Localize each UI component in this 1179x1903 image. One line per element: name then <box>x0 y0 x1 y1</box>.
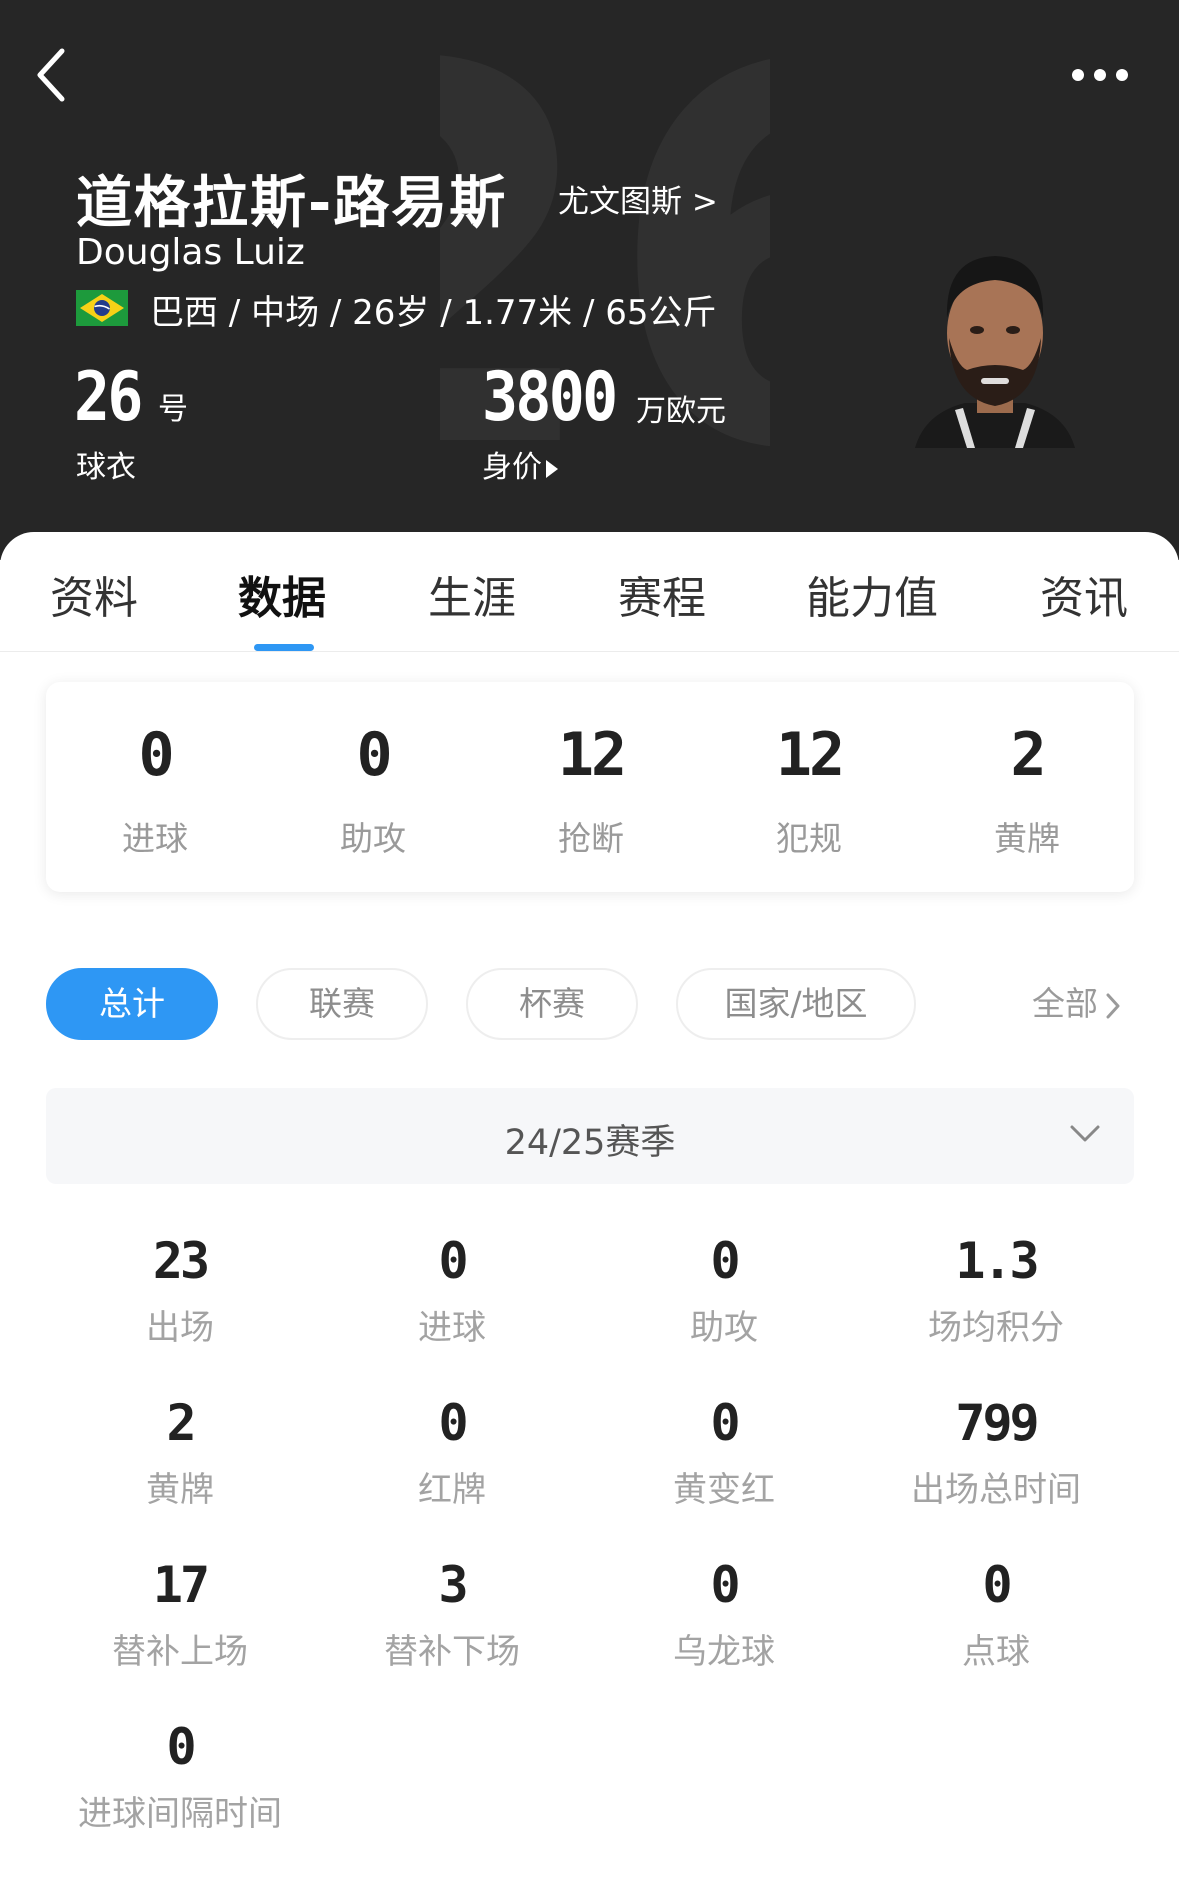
summary-value: 0 <box>138 720 174 790</box>
stat-item: 17 替补上场 <box>44 1556 316 1676</box>
summary-label: 进球 <box>122 819 188 858</box>
active-tab-indicator <box>254 644 314 651</box>
season-selector[interactable]: 24/25赛季 <box>46 1088 1134 1184</box>
stat-value: 17 <box>152 1556 210 1614</box>
summary-label: 黄牌 <box>994 819 1060 858</box>
stat-label: 红牌 <box>418 1470 486 1510</box>
chevron-left-icon <box>37 48 65 102</box>
club-link[interactable]: 尤文图斯 > <box>558 176 718 221</box>
stat-value: 799 <box>955 1394 1039 1452</box>
summary-value: 0 <box>356 720 392 790</box>
stat-value: 1.3 <box>955 1232 1039 1290</box>
summary-label: 犯规 <box>776 819 842 858</box>
filter-league[interactable]: 联赛 <box>256 968 428 1040</box>
tab-news[interactable]: 资讯 <box>1040 562 1128 626</box>
stat-label: 出场 <box>146 1308 214 1348</box>
tab-bar: 资料 数据 生涯 赛程 能力值 资讯 <box>0 532 1179 652</box>
chevron-down-icon <box>1070 1125 1100 1142</box>
stat-item: 23 出场 <box>44 1232 316 1352</box>
summary-value: 12 <box>775 720 845 790</box>
stat-value: 0 <box>710 1556 740 1614</box>
filter-total[interactable]: 总计 <box>46 968 218 1040</box>
stat-item: 0 乌龙球 <box>588 1556 860 1676</box>
stat-value: 0 <box>166 1718 196 1776</box>
stat-item: 1.3 场均积分 <box>860 1232 1132 1352</box>
summary-label: 抢断 <box>558 819 624 858</box>
player-name-cn: 道格拉斯-路易斯 <box>76 171 508 236</box>
stat-label: 助攻 <box>690 1308 758 1348</box>
stat-item: 2 黄牌 <box>44 1394 316 1514</box>
summary-value: 12 <box>557 720 627 790</box>
stat-label: 出场总时间 <box>911 1470 1081 1510</box>
stat-item: 0 红牌 <box>316 1394 588 1514</box>
stat-label: 场均积分 <box>928 1308 1064 1348</box>
tab-schedule[interactable]: 赛程 <box>618 562 706 626</box>
tab-ability[interactable]: 能力值 <box>806 562 938 626</box>
shirt-number-label: 球衣 <box>76 450 136 485</box>
summary-card: 0 进球 0 助攻 12 抢断 12 犯规 2 黄牌 <box>46 682 1134 892</box>
summary-value: 2 <box>1010 720 1046 790</box>
more-dots-icon <box>1072 69 1128 81</box>
stat-value: 0 <box>438 1394 468 1452</box>
tab-career[interactable]: 生涯 <box>428 562 516 626</box>
summary-item: 12 犯规 <box>700 682 918 892</box>
stat-value: 0 <box>982 1556 1012 1614</box>
stat-value: 2 <box>166 1394 196 1452</box>
stat-item: 3 替补下场 <box>316 1556 588 1676</box>
stat-item: 0 进球 <box>316 1232 588 1352</box>
stat-value: 0 <box>710 1232 740 1290</box>
all-competitions-link[interactable]: 全部 <box>1032 968 1122 1040</box>
shirt-number-value: 26 <box>74 358 143 437</box>
tab-stats[interactable]: 数据 <box>238 562 326 626</box>
tab-profile[interactable]: 资料 <box>50 562 138 626</box>
market-value-link[interactable]: 身价 <box>482 442 558 486</box>
stat-item: 799 出场总时间 <box>860 1394 1132 1514</box>
market-value-label: 身价 <box>482 450 542 485</box>
stat-value: 0 <box>710 1394 740 1452</box>
player-name-en: Douglas Luiz <box>76 232 305 273</box>
player-header: 26 道格拉斯-路易斯 尤文图斯 > Douglas Luiz 巴西 / 中场 … <box>0 0 1179 560</box>
stat-value: 23 <box>152 1232 210 1290</box>
filter-national[interactable]: 国家/地区 <box>676 968 916 1040</box>
season-label: 24/25赛季 <box>504 1123 676 1163</box>
caret-right-icon <box>546 459 558 478</box>
player-avatar <box>915 256 1075 448</box>
market-value: 3800 <box>482 358 618 437</box>
more-button[interactable] <box>1060 55 1140 95</box>
chevron-right-icon <box>1106 993 1120 1018</box>
player-info: 巴西 / 中场 / 26岁 / 1.77米 / 65公斤 <box>150 293 717 333</box>
back-button[interactable] <box>30 45 80 105</box>
stat-label: 进球间隔时间 <box>78 1794 282 1834</box>
stat-label: 替补下场 <box>384 1632 520 1672</box>
competition-filter: 总计 联赛 杯赛 国家/地区 全部 <box>0 968 1179 1044</box>
stat-label: 黄变红 <box>673 1470 775 1510</box>
summary-item: 0 助攻 <box>264 682 482 892</box>
stat-item: 0 点球 <box>860 1556 1132 1676</box>
stat-label: 乌龙球 <box>673 1632 775 1672</box>
summary-label: 助攻 <box>340 819 406 858</box>
all-link-label: 全部 <box>1032 984 1098 1023</box>
stat-value: 3 <box>438 1556 468 1614</box>
stat-label: 黄牌 <box>146 1470 214 1510</box>
stat-label: 替补上场 <box>112 1632 248 1672</box>
stat-item: 0 助攻 <box>588 1232 860 1352</box>
stat-item: 0 进球间隔时间 <box>44 1718 316 1838</box>
content-panel: 资料 数据 生涯 赛程 能力值 资讯 0 进球 0 助攻 12 抢断 12 犯规… <box>0 532 1179 1903</box>
stat-label: 进球 <box>418 1308 486 1348</box>
filter-cup[interactable]: 杯赛 <box>466 968 638 1040</box>
summary-item: 12 抢断 <box>482 682 700 892</box>
stat-value: 0 <box>438 1232 468 1290</box>
brazil-flag-icon <box>76 290 128 326</box>
summary-item: 0 进球 <box>46 682 264 892</box>
summary-item: 2 黄牌 <box>918 682 1136 892</box>
market-value-unit: 万欧元 <box>636 394 726 429</box>
shirt-number-unit: 号 <box>158 392 188 427</box>
stat-label: 点球 <box>962 1632 1030 1672</box>
stat-item: 0 黄变红 <box>588 1394 860 1514</box>
